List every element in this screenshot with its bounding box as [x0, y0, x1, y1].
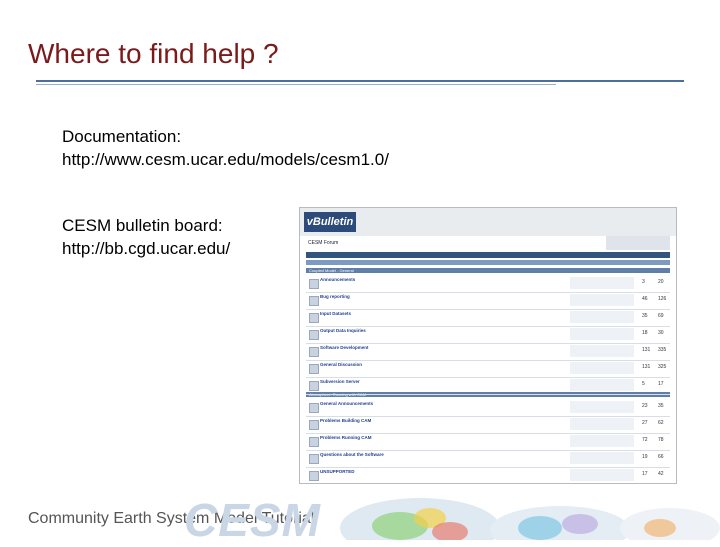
forum-status-icon	[309, 313, 319, 323]
last-post-cell	[570, 401, 634, 413]
forum-status-icon	[309, 296, 319, 306]
forum-row[interactable]: Questions about the Software 19 66	[306, 450, 670, 468]
forum-navbar	[306, 252, 670, 258]
last-post-cell	[570, 311, 634, 323]
post-count: 325	[658, 364, 667, 370]
forum-name[interactable]: Output Data Inquiries	[320, 328, 366, 333]
forum-name[interactable]: Input Datasets	[320, 311, 351, 316]
post-count: 20	[658, 279, 664, 285]
forum-row[interactable]: Problems Building CAM 27 62	[306, 416, 670, 434]
thread-count: 46	[642, 296, 648, 302]
thread-count: 3	[642, 279, 645, 285]
forum-name[interactable]: Problems Building CAM	[320, 418, 371, 423]
last-post-cell	[570, 435, 634, 447]
bulletin-board-url[interactable]: http://bb.cgd.ucar.edu/	[62, 238, 230, 260]
thread-count: 18	[642, 330, 648, 336]
last-post-cell	[570, 362, 634, 374]
forum-row[interactable]: General Announcements 23 35	[306, 399, 670, 417]
post-count: 126	[658, 296, 667, 302]
login-box	[606, 236, 670, 250]
forum-breadcrumb: CESM Forum	[308, 240, 339, 246]
thread-count: 35	[642, 313, 648, 319]
forum-status-icon	[309, 381, 319, 391]
forum-status-icon	[309, 279, 319, 289]
thread-count: 19	[642, 454, 648, 460]
forum-row[interactable]: UNSUPPORTED 17 42	[306, 467, 670, 483]
bulletin-board-label: CESM bulletin board:	[62, 216, 223, 235]
forum-status-icon	[309, 471, 319, 481]
last-post-cell	[570, 379, 634, 391]
forum-status-icon	[309, 420, 319, 430]
post-count: 66	[658, 454, 664, 460]
forum-name[interactable]: Questions about the Software	[320, 452, 384, 457]
post-count: 78	[658, 437, 664, 443]
forum-name[interactable]: UNSUPPORTED	[320, 469, 355, 474]
slide-title: Where to find help ?	[28, 38, 279, 69]
forum-row[interactable]: Subversion Server 5 17	[306, 377, 670, 395]
post-count: 62	[658, 420, 664, 426]
forum-table-header	[306, 260, 670, 265]
post-count: 17	[658, 381, 664, 387]
forum-status-icon	[309, 403, 319, 413]
vbulletin-header: vBulletin	[300, 208, 676, 236]
last-post-cell	[570, 277, 634, 289]
last-post-cell	[570, 294, 634, 306]
forum-row[interactable]: Bug reporting 46 126	[306, 292, 670, 310]
thread-count: 27	[642, 420, 648, 426]
forum-status-icon	[309, 330, 319, 340]
last-post-cell	[570, 345, 634, 357]
forum-status-icon	[309, 437, 319, 447]
last-post-cell	[570, 469, 634, 481]
bulletin-board-screenshot: vBulletin CESM Forum Coupled Model - Gen…	[299, 207, 677, 484]
title-divider-thin	[36, 84, 556, 85]
climate-map-graphic	[340, 498, 720, 540]
documentation-label: Documentation:	[62, 127, 182, 146]
last-post-cell	[570, 418, 634, 430]
forum-name[interactable]: Problems Running CAM	[320, 435, 372, 440]
forum-name[interactable]: General Announcements	[320, 401, 373, 406]
forum-row[interactable]: Output Data Inquiries 18 30	[306, 326, 670, 344]
thread-count: 17	[642, 471, 648, 477]
last-post-cell	[570, 452, 634, 464]
thread-count: 72	[642, 437, 648, 443]
forum-name[interactable]: Announcements	[320, 277, 355, 282]
post-count: 35	[658, 403, 664, 409]
forum-row[interactable]: Software Development 131 335	[306, 343, 670, 361]
forum-name[interactable]: Bug reporting	[320, 294, 350, 299]
forum-status-icon	[309, 454, 319, 464]
title-divider	[36, 80, 684, 82]
post-count: 335	[658, 347, 667, 353]
forum-row[interactable]: Problems Running CAM 72 78	[306, 433, 670, 451]
thread-count: 131	[642, 347, 651, 353]
post-count: 69	[658, 313, 664, 319]
last-post-cell	[570, 328, 634, 340]
post-count: 42	[658, 471, 664, 477]
forum-row[interactable]: Input Datasets 35 69	[306, 309, 670, 327]
forum-name[interactable]: Subversion Server	[320, 379, 360, 384]
forum-status-icon	[309, 364, 319, 374]
category-coupled-model: Coupled Model - General	[306, 268, 670, 273]
forum-name[interactable]: Software Development	[320, 345, 369, 350]
forum-row[interactable]: General Discussion 131 325	[306, 360, 670, 378]
forum-row[interactable]: Announcements 3 20	[306, 275, 670, 293]
vbulletin-logo: vBulletin	[304, 212, 356, 232]
thread-count: 131	[642, 364, 651, 370]
forum-name[interactable]: General Discussion	[320, 362, 362, 367]
post-count: 30	[658, 330, 664, 336]
forum-status-icon	[309, 347, 319, 357]
thread-count: 5	[642, 381, 645, 387]
thread-count: 23	[642, 403, 648, 409]
documentation-url[interactable]: http://www.cesm.ucar.edu/models/cesm1.0/	[62, 149, 389, 171]
